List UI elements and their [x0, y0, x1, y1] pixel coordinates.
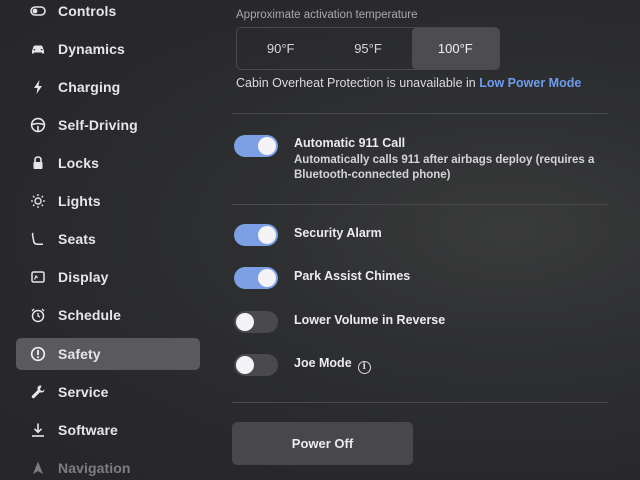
- sun-icon: [28, 191, 48, 211]
- sidebar-item-service[interactable]: Service: [16, 376, 200, 408]
- display-icon: [28, 267, 48, 287]
- auto-911-description: Automatically calls 911 after airbags de…: [294, 154, 595, 181]
- lock-icon: [28, 153, 48, 173]
- sidebar-item-label: Service: [58, 384, 109, 400]
- section-divider: [232, 402, 608, 403]
- sidebar-item-navigation[interactable]: Navigation: [16, 452, 200, 480]
- temp-option-95[interactable]: 95°F: [324, 28, 411, 69]
- lightning-icon: [28, 77, 48, 97]
- sidebar-item-safety[interactable]: Safety: [16, 338, 200, 370]
- seat-icon: [28, 229, 48, 249]
- auto-911-title: Automatic 911 Call: [294, 136, 406, 150]
- sidebar-item-charging[interactable]: Charging: [16, 71, 200, 103]
- tesla-settings-screen: Controls Dynamics Charging Self-Driving …: [0, 0, 640, 480]
- activation-temperature-caption: Approximate activation temperature: [236, 9, 418, 21]
- security-alarm-toggle[interactable]: [234, 224, 278, 246]
- sidebar-item-display[interactable]: Display: [16, 261, 200, 293]
- sidebar-item-self-driving[interactable]: Self-Driving: [16, 109, 200, 141]
- temp-option-100[interactable]: 100°F: [411, 28, 499, 69]
- sidebar-item-label: Navigation: [58, 460, 131, 476]
- joe-mode-toggle[interactable]: [234, 354, 278, 376]
- overheat-unavailable-message: Cabin Overheat Protection is unavailable…: [236, 76, 581, 90]
- sidebar-item-schedule[interactable]: Schedule: [16, 299, 200, 331]
- sidebar-item-controls[interactable]: Controls: [16, 0, 200, 27]
- joe-mode-row-label: Joe Mode i: [294, 356, 371, 374]
- download-icon: [28, 420, 48, 440]
- sidebar-item-label: Locks: [58, 155, 99, 171]
- auto-911-toggle[interactable]: [234, 135, 278, 157]
- section-divider: [232, 204, 608, 205]
- lower-volume-reverse-toggle[interactable]: [234, 311, 278, 333]
- sidebar-item-label: Self-Driving: [58, 117, 138, 133]
- sidebar-item-label: Display: [58, 269, 109, 285]
- park-assist-chimes-title: Park Assist Chimes: [294, 269, 411, 283]
- toggle-knob: [236, 313, 254, 331]
- steering-wheel-icon: [28, 115, 48, 135]
- alert-circle-icon: [28, 344, 48, 364]
- sidebar-item-locks[interactable]: Locks: [16, 147, 200, 179]
- sidebar-item-label: Safety: [58, 346, 101, 362]
- sidebar-item-lights[interactable]: Lights: [16, 185, 200, 217]
- toggle-knob: [258, 226, 276, 244]
- sidebar-item-label: Software: [58, 422, 118, 438]
- sidebar-item-dynamics[interactable]: Dynamics: [16, 33, 200, 65]
- joe-mode-title: Joe Mode: [294, 356, 352, 370]
- alarm-clock-icon: [28, 305, 48, 325]
- toggle-knob: [258, 137, 276, 155]
- sidebar-item-label: Lights: [58, 193, 101, 209]
- toggle-knob: [236, 356, 254, 374]
- sidebar-item-label: Seats: [58, 231, 96, 247]
- section-divider: [232, 113, 608, 114]
- power-off-button[interactable]: Power Off: [232, 422, 413, 465]
- activation-temperature-selector: 90°F 95°F 100°F: [236, 27, 500, 70]
- lower-volume-reverse-title: Lower Volume in Reverse: [294, 313, 446, 327]
- wrench-icon: [28, 382, 48, 402]
- toggle-knob: [258, 269, 276, 287]
- park-assist-chimes-toggle[interactable]: [234, 267, 278, 289]
- car-icon: [28, 39, 48, 59]
- low-power-mode-link[interactable]: Low Power Mode: [479, 76, 581, 90]
- sidebar-item-seats[interactable]: Seats: [16, 223, 200, 255]
- navigation-arrow-icon: [28, 458, 48, 478]
- sidebar-item-label: Schedule: [58, 307, 122, 323]
- sidebar-item-label: Dynamics: [58, 41, 125, 57]
- sidebar-item-label: Charging: [58, 79, 121, 95]
- sidebar-item-label: Controls: [58, 3, 117, 19]
- overheat-unavailable-text: Cabin Overheat Protection is unavailable…: [236, 76, 476, 90]
- security-alarm-title: Security Alarm: [294, 226, 382, 240]
- sidebar-item-software[interactable]: Software: [16, 414, 200, 446]
- temp-option-90[interactable]: 90°F: [237, 28, 324, 69]
- toggle-icon: [28, 1, 48, 21]
- info-icon[interactable]: i: [357, 361, 371, 374]
- safety-settings-panel: Approximate activation temperature 90°F …: [232, 0, 612, 480]
- settings-sidebar: Controls Dynamics Charging Self-Driving …: [0, 0, 212, 480]
